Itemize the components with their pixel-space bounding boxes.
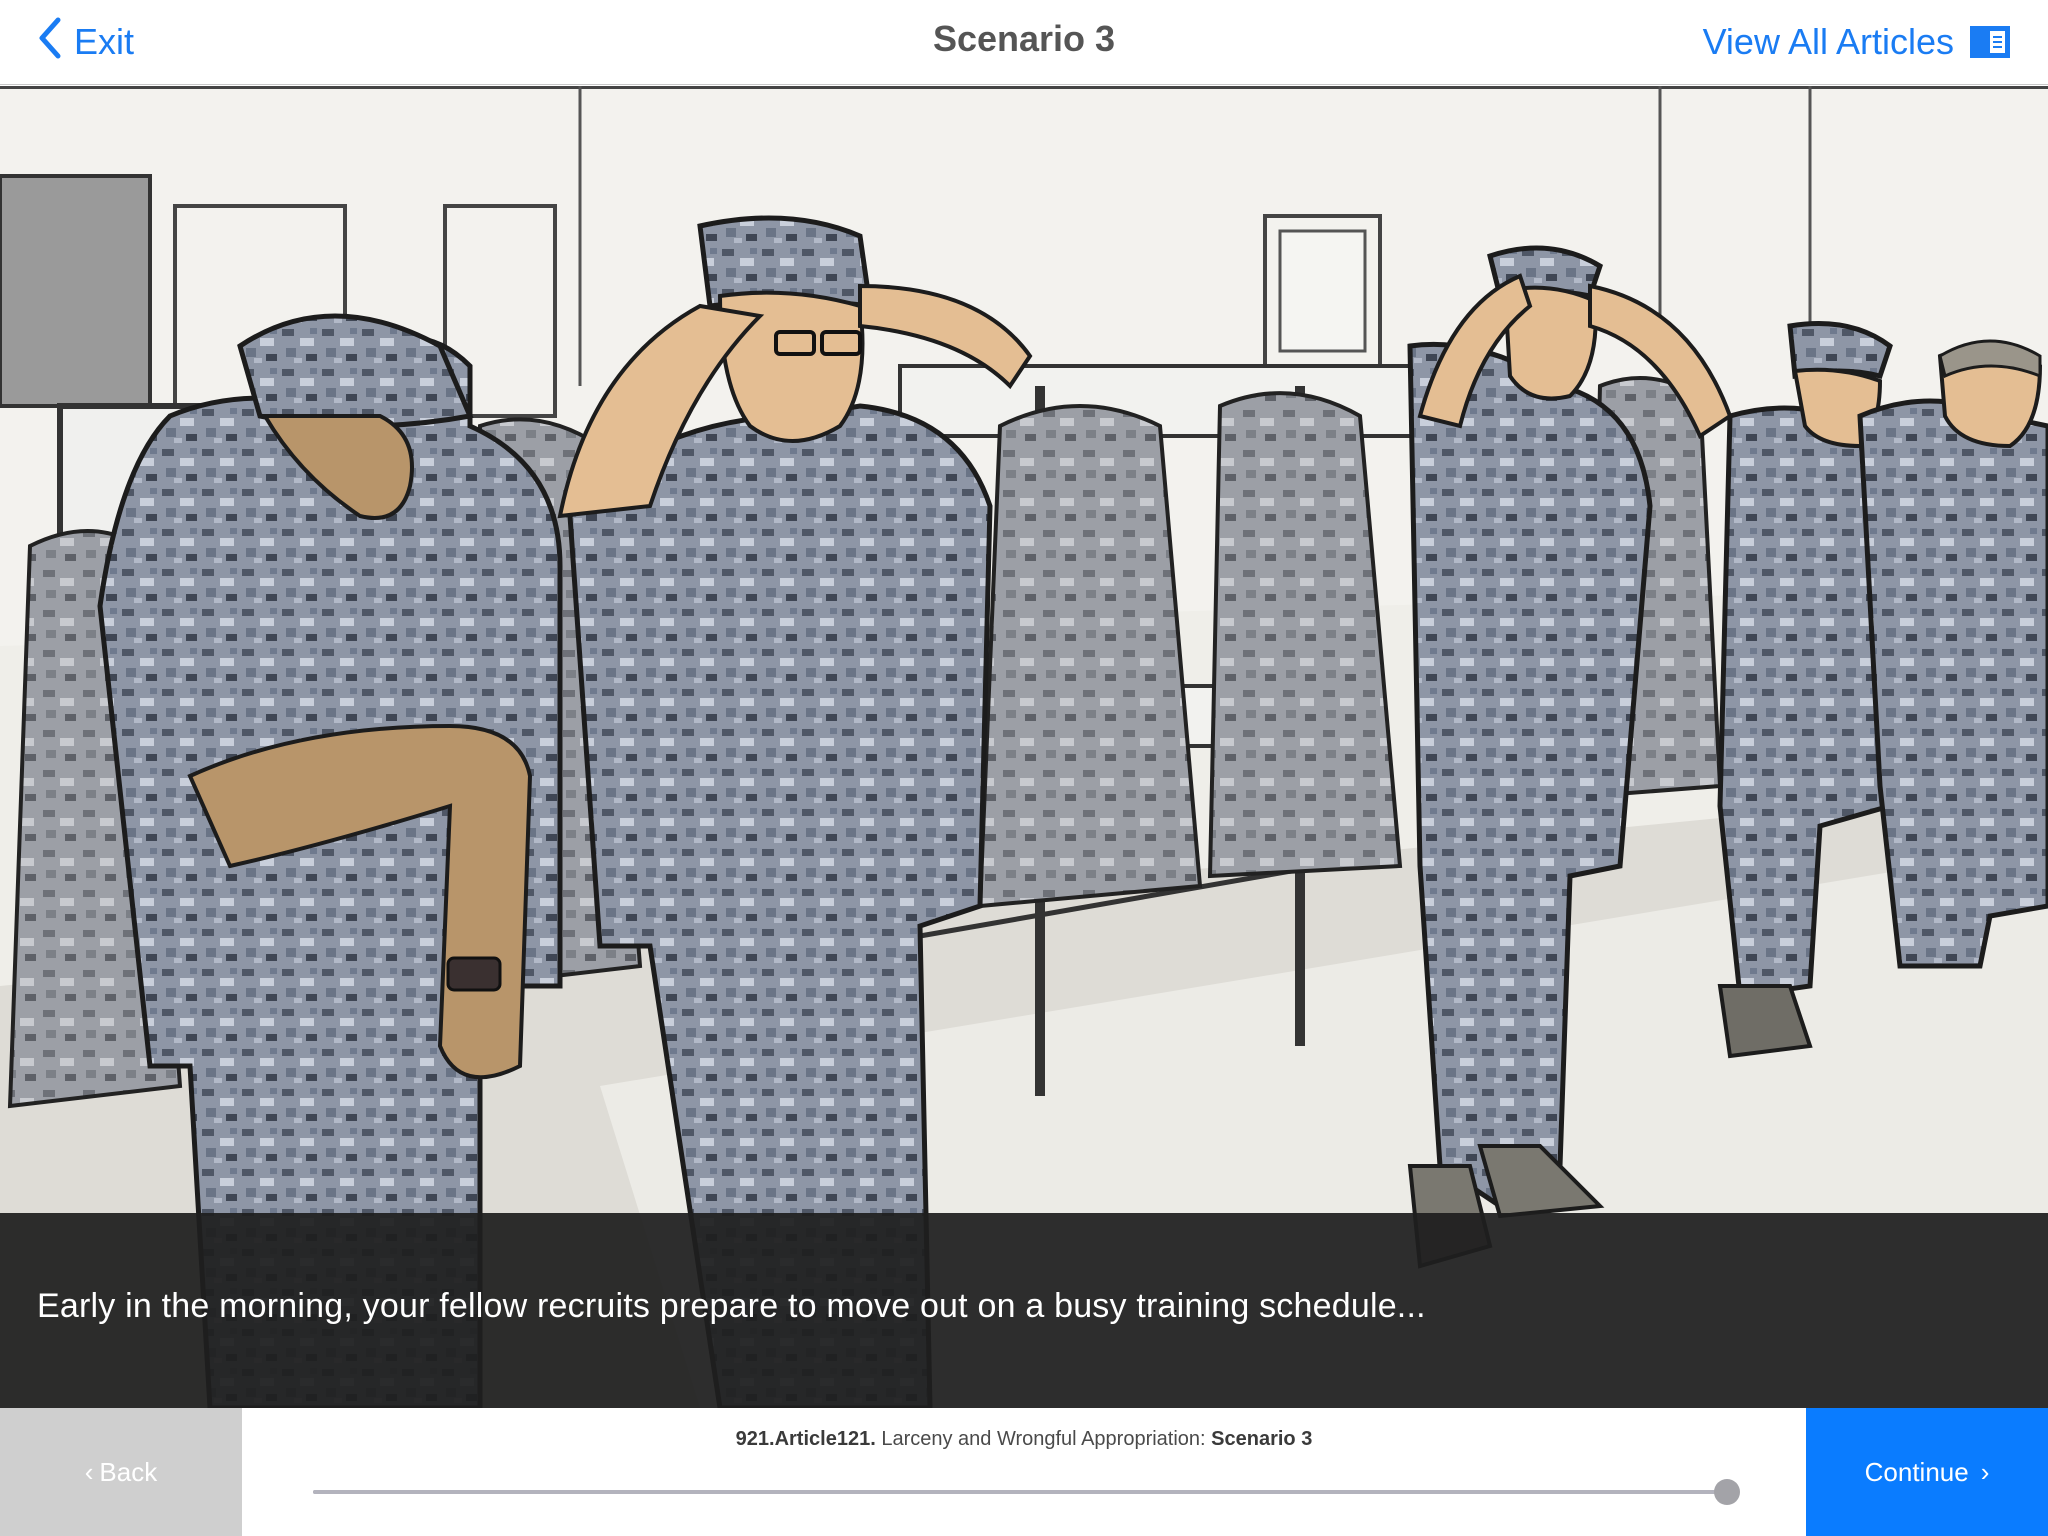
article-code: 921.Article121.	[735, 1428, 876, 1450]
progress-fill	[313, 1490, 1727, 1494]
articles-list-icon	[1970, 26, 2010, 58]
back-label: Back	[99, 1456, 158, 1487]
progress-thumb[interactable]	[1714, 1479, 1740, 1505]
view-all-articles-button[interactable]: View All Articles	[1703, 18, 2010, 66]
breadcrumb: 921.Article121. Larceny and Wrongful App…	[242, 1428, 1806, 1451]
view-all-label: View All Articles	[1702, 21, 1954, 62]
continue-label: Continue	[1864, 1456, 1969, 1487]
chevron-left-icon: ‹	[84, 1456, 94, 1487]
progress-slider[interactable]	[313, 1479, 1740, 1505]
scenario-name: Scenario 3	[1211, 1428, 1313, 1450]
scenario-caption: Early in the morning, your fellow recrui…	[37, 1287, 1426, 1325]
chevron-right-icon: ›	[1980, 1456, 1990, 1487]
scenario-illustration	[0, 86, 2048, 1408]
top-navigation-bar: Exit Scenario 3 View All Articles	[0, 0, 2048, 85]
bottom-navigation-bar: ‹ Back 921.Article121. Larceny and Wrong…	[0, 1408, 2048, 1536]
caption-overlay: Early in the morning, your fellow recrui…	[0, 1213, 2048, 1408]
back-button[interactable]: ‹ Back	[0, 1408, 242, 1536]
article-title: Larceny and Wrongful Appropriation:	[875, 1428, 1212, 1450]
barracks-scene-image	[0, 86, 2048, 1408]
continue-button[interactable]: Continue ›	[1806, 1408, 2048, 1536]
